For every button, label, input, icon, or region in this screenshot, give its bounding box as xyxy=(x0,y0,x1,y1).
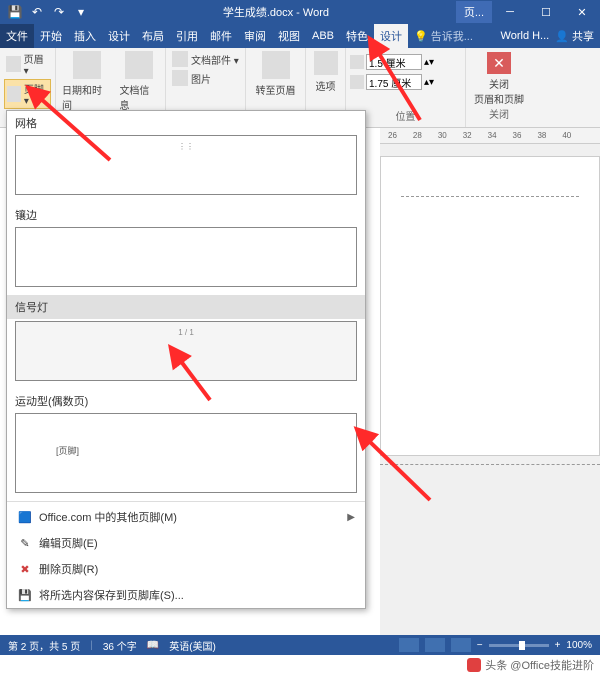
remove-footer-item[interactable]: ✖ 删除页脚(R) xyxy=(7,556,365,582)
tab-mailings[interactable]: 邮件 xyxy=(204,24,238,48)
more-from-office-item[interactable]: 🟦 Office.com 中的其他页脚(M) ▶ xyxy=(7,504,365,530)
quickparts-button[interactable]: 文档部件 ▾ xyxy=(170,50,241,68)
header-margin-input[interactable] xyxy=(366,54,422,70)
contextual-tab-label[interactable]: 页... xyxy=(456,1,492,23)
watermark: 头条 @Office技能进阶 xyxy=(0,655,600,675)
spinner-up-down-icon[interactable]: ▴▾ xyxy=(424,77,434,88)
goto-header-button[interactable]: 转至页眉 xyxy=(250,50,301,98)
close-hf-icon[interactable]: ✕ xyxy=(487,52,511,74)
footer-button[interactable]: 页脚 ▾ xyxy=(4,79,51,109)
parts-icon xyxy=(172,51,188,67)
footer-boundary xyxy=(380,464,600,465)
share-button[interactable]: 👤 共享 xyxy=(555,28,594,44)
save-icon[interactable]: 💾 xyxy=(6,3,24,21)
goto-icon xyxy=(262,51,290,79)
tab-design[interactable]: 设计 xyxy=(102,24,136,48)
save-to-gallery-icon: 💾 xyxy=(17,587,33,603)
zoom-slider[interactable] xyxy=(489,644,549,647)
gallery-heading-grid: 网格 xyxy=(7,111,365,133)
print-layout-button[interactable] xyxy=(425,638,445,652)
undo-icon[interactable]: ↶ xyxy=(28,3,46,21)
document-title: 学生成绩.docx - Word xyxy=(96,4,456,20)
gallery-item-motion-even[interactable]: [页脚] xyxy=(15,413,357,493)
tab-hf-design[interactable]: 设计 xyxy=(374,24,408,48)
tab-abbyy[interactable]: ABB xyxy=(306,24,340,48)
picture-icon xyxy=(172,70,188,86)
gallery-item-banded[interactable] xyxy=(15,227,357,287)
tell-me-search[interactable]: 💡 告诉我... xyxy=(408,24,479,48)
tab-home[interactable]: 开始 xyxy=(34,24,68,48)
title-bar: 💾 ↶ ↷ ▾ 学生成绩.docx - Word 页... ─ ☐ ✕ xyxy=(0,0,600,24)
footer-gallery-dropdown: 网格 ⋮⋮ 镶边 信号灯 1 / 1 运动型(偶数页) [页脚] 🟦 Offic… xyxy=(6,110,366,609)
quick-access-toolbar: 💾 ↶ ↷ ▾ xyxy=(0,3,96,21)
word-count[interactable]: 36 个字 xyxy=(103,638,137,653)
header-region[interactable] xyxy=(401,157,579,197)
info-icon xyxy=(125,51,153,79)
maximize-button[interactable]: ☐ xyxy=(528,0,564,24)
zoom-in-button[interactable]: + xyxy=(555,640,561,651)
language-indicator[interactable]: 英语(美国) xyxy=(169,638,216,653)
save-selection-item[interactable]: 💾 将所选内容保存到页脚库(S)... xyxy=(7,582,365,608)
header-icon xyxy=(6,56,21,72)
ribbon-tabs: 文件 开始 插入 设计 布局 引用 邮件 审阅 视图 ABB 特色 设计 💡 告… xyxy=(0,24,600,48)
chevron-right-icon: ▶ xyxy=(347,512,355,523)
tab-references[interactable]: 引用 xyxy=(170,24,204,48)
tab-insert[interactable]: 插入 xyxy=(68,24,102,48)
delete-icon: ✖ xyxy=(17,561,33,577)
header-button[interactable]: 页眉 ▾ xyxy=(4,50,51,78)
toutiao-icon xyxy=(467,658,481,672)
qat-customize-icon[interactable]: ▾ xyxy=(72,3,90,21)
minimize-button[interactable]: ─ xyxy=(492,0,528,24)
window-controls: ─ ☐ ✕ xyxy=(492,0,600,24)
margin-top-icon xyxy=(350,55,364,69)
tab-file[interactable]: 文件 xyxy=(0,24,34,48)
zoom-level[interactable]: 100% xyxy=(566,640,592,651)
document-canvas[interactable] xyxy=(380,144,600,635)
margin-bottom-icon xyxy=(350,75,364,89)
footer-margin-input[interactable] xyxy=(366,74,422,90)
read-mode-button[interactable] xyxy=(399,638,419,652)
close-hf-button[interactable]: 关闭 页眉和页脚 xyxy=(474,76,524,106)
page-indicator[interactable]: 第 2 页，共 5 页 xyxy=(8,638,80,653)
close-group-label: 关闭 xyxy=(489,106,509,123)
horizontal-ruler[interactable]: 2628303234363840 xyxy=(380,128,600,144)
office-icon: 🟦 xyxy=(17,509,33,525)
edit-footer-item[interactable]: ✎ 编辑页脚(E) xyxy=(7,530,365,556)
options-icon xyxy=(314,51,338,75)
proofing-icon[interactable]: 📖 xyxy=(147,640,159,651)
tab-review[interactable]: 审阅 xyxy=(238,24,272,48)
gallery-heading-banded: 镶边 xyxy=(7,203,365,225)
redo-icon[interactable]: ↷ xyxy=(50,3,68,21)
calendar-icon xyxy=(73,51,101,79)
zoom-out-button[interactable]: − xyxy=(477,640,483,651)
picture-button[interactable]: 图片 xyxy=(170,69,241,87)
gallery-heading-motion-even: 运动型(偶数页) xyxy=(7,389,365,411)
gallery-heading-semaphore: 信号灯 xyxy=(7,295,365,319)
tab-view[interactable]: 视图 xyxy=(272,24,306,48)
web-layout-button[interactable] xyxy=(451,638,471,652)
account-name[interactable]: World H... xyxy=(501,30,550,42)
lightbulb-icon: 💡 xyxy=(414,30,428,43)
tab-special[interactable]: 特色 xyxy=(340,24,374,48)
footer-icon xyxy=(7,86,21,102)
docinfo-button[interactable]: 文档信息 xyxy=(117,50,161,113)
gallery-item-grid[interactable]: ⋮⋮ xyxy=(15,135,357,195)
status-bar: 第 2 页，共 5 页 | 36 个字 📖 英语(美国) − + 100% xyxy=(0,635,600,655)
header-margin-spinner[interactable]: ▴▾ xyxy=(350,54,461,70)
footer-margin-spinner[interactable]: ▴▾ xyxy=(350,74,461,90)
datetime-button[interactable]: 日期和时间 xyxy=(60,50,113,113)
spinner-up-down-icon[interactable]: ▴▾ xyxy=(424,57,434,68)
edit-icon: ✎ xyxy=(17,535,33,551)
gallery-item-semaphore[interactable]: 1 / 1 xyxy=(15,321,357,381)
position-group-label: 位置 xyxy=(350,108,461,125)
close-button[interactable]: ✕ xyxy=(564,0,600,24)
tab-layout[interactable]: 布局 xyxy=(136,24,170,48)
page[interactable] xyxy=(380,156,600,456)
options-button[interactable]: 选项 xyxy=(310,50,341,94)
